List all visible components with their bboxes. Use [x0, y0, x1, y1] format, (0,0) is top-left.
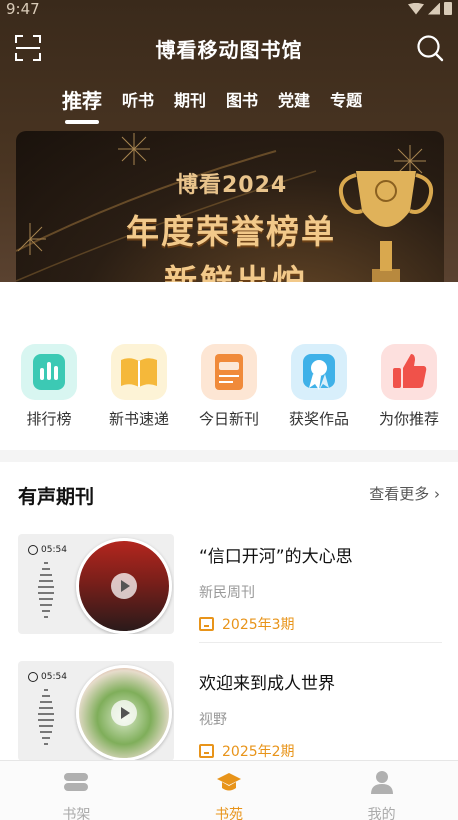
open-book-icon — [111, 344, 167, 400]
tab-books[interactable]: 图书 — [226, 88, 258, 114]
book-icon — [199, 744, 214, 758]
audio-title: “信口开河”的大心思 — [199, 547, 353, 567]
nav-label: 我的 — [367, 807, 396, 820]
banner-subtitle: 博看2024 — [176, 173, 288, 198]
magazine-name: 新民周刊 — [199, 585, 255, 601]
quick-link-new-books[interactable]: 新书速递 — [99, 344, 179, 429]
quick-link-label: 为你推荐 — [378, 410, 439, 428]
graduation-cap-icon — [217, 773, 241, 791]
quick-link-label: 获奖作品 — [288, 410, 349, 428]
chart-bars-icon — [21, 344, 77, 400]
view-more-link[interactable]: 查看更多 › — [369, 483, 440, 504]
nav-profile[interactable]: 我的 — [305, 761, 458, 820]
duration-label: 05:54 — [28, 672, 67, 682]
tab-topics[interactable]: 专题 — [330, 88, 362, 114]
quick-link-label: 新书速递 — [108, 410, 169, 428]
quick-link-recommend[interactable]: 为你推荐 — [369, 344, 449, 429]
duration-label: 05:54 — [28, 545, 67, 555]
app-title: 博看移动图书馆 — [155, 38, 303, 62]
status-icons — [408, 2, 452, 15]
play-icon[interactable] — [111, 573, 137, 599]
waveform-icon — [38, 689, 54, 745]
play-icon[interactable] — [111, 700, 137, 726]
wifi-icon — [408, 2, 424, 15]
nav-bookshelf[interactable]: 书架 — [0, 761, 153, 820]
tab-party-building[interactable]: 党建 — [278, 88, 310, 114]
quick-link-label: 今日新刊 — [198, 410, 259, 428]
nav-label: 书架 — [62, 807, 91, 820]
section-title: 有声期刊 — [18, 486, 95, 508]
audio-cover: 05:54 — [18, 534, 174, 634]
audio-cover: 05:54 — [18, 661, 174, 761]
bottom-nav: 书架 书苑 我的 — [0, 760, 458, 820]
tab-recommend[interactable]: 推荐 — [62, 88, 102, 124]
audio-item[interactable]: 05:54 欢迎来到成人世界 视野 2025年2期 — [18, 661, 442, 771]
quick-link-todays-magazines[interactable]: 今日新刊 — [189, 344, 269, 429]
top-bar: 博看移动图书馆 — [0, 28, 458, 68]
new-magazine-icon — [201, 344, 257, 400]
battery-icon — [444, 2, 452, 15]
bookshelf-icon — [64, 773, 89, 791]
tab-audiobooks[interactable]: 听书 — [122, 88, 154, 114]
nav-library[interactable]: 书苑 — [153, 761, 306, 820]
award-ribbon-icon — [291, 344, 347, 400]
search-icon[interactable] — [416, 34, 444, 62]
category-tabs: 推荐 听书 期刊 图书 党建 专题 — [62, 88, 362, 124]
chevron-right-icon: › — [434, 485, 440, 503]
magazine-cover-disc — [76, 665, 172, 761]
quick-links-panel: 排行榜 新书速递 今日新刊 获奖作品 为你推荐 — [0, 282, 458, 450]
clock-icon — [28, 672, 38, 682]
audio-item[interactable]: 05:54 “信口开河”的大心思 新民周刊 2025年3期 — [18, 534, 442, 644]
quick-link-ranking[interactable]: 排行榜 — [9, 344, 89, 429]
quick-link-label: 排行榜 — [26, 410, 72, 428]
magazine-name: 视野 — [199, 712, 227, 728]
view-more-label: 查看更多 — [369, 485, 430, 503]
book-icon — [199, 617, 214, 631]
quick-link-award-works[interactable]: 获奖作品 — [279, 344, 359, 429]
clock-icon — [28, 545, 38, 555]
status-time: 9:47 — [6, 0, 40, 18]
signal-icon — [428, 2, 440, 15]
person-icon — [370, 771, 393, 794]
banner-headline-1: 年度荣誉榜单 — [126, 212, 336, 251]
divider — [199, 642, 442, 643]
nav-label: 书苑 — [215, 807, 243, 820]
audio-title: 欢迎来到成人世界 — [199, 674, 335, 694]
thumbs-up-icon — [381, 344, 437, 400]
issue-label: 2025年2期 — [199, 741, 295, 761]
status-bar: 9:47 — [0, 0, 458, 22]
magazine-cover-disc — [76, 538, 172, 634]
tab-magazines[interactable]: 期刊 — [174, 88, 206, 114]
waveform-icon — [38, 562, 54, 618]
audio-magazines-section: 有声期刊 查看更多 › 05:54 “信口开河”的大心思 新民周刊 2025年3… — [0, 462, 458, 762]
issue-label: 2025年3期 — [199, 614, 295, 634]
